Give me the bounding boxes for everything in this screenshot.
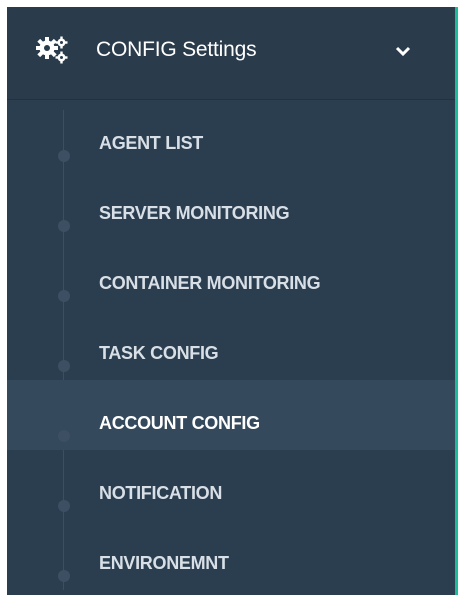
timeline-dot [58,360,70,372]
submenu-item-label: ACCOUNT CONFIG [99,413,260,433]
submenu-item-label: ENVIRONEMNT [99,553,229,573]
sidebar: CONFIG Settings AGENT LIST SERVER MONITO… [7,7,458,595]
config-settings-menu-toggle[interactable]: CONFIG Settings [7,7,455,100]
submenu-item-label: NOTIFICATION [99,483,223,503]
config-settings-title: CONFIG Settings [96,38,257,61]
timeline-dot [58,430,70,442]
submenu-item-label: CONTAINER MONITORING [99,273,321,293]
submenu-item-notification[interactable]: NOTIFICATION [7,450,455,520]
sidebar-accent-border [455,7,458,595]
gears-icon [36,36,68,64]
submenu-item-task-config[interactable]: TASK CONFIG [7,310,455,380]
submenu-item-label: SERVER MONITORING [99,203,290,223]
timeline-dot [58,570,70,582]
timeline-dot [58,150,70,162]
timeline-dot [58,220,70,232]
submenu-item-account-config[interactable]: ACCOUNT CONFIG [7,380,455,450]
config-submenu: AGENT LIST SERVER MONITORING CONTAINER M… [7,100,455,595]
timeline-dot [58,290,70,302]
submenu-item-agent-list[interactable]: AGENT LIST [7,100,455,170]
chevron-down-icon [395,46,411,57]
submenu-item-server-monitoring[interactable]: SERVER MONITORING [7,170,455,240]
timeline-dot [58,500,70,512]
submenu-item-container-monitoring[interactable]: CONTAINER MONITORING [7,240,455,310]
submenu-item-label: TASK CONFIG [99,343,219,363]
submenu-item-environment[interactable]: ENVIRONEMNT [7,520,455,590]
page-frame: CONFIG Settings AGENT LIST SERVER MONITO… [0,0,464,601]
submenu-item-label: AGENT LIST [99,133,203,153]
